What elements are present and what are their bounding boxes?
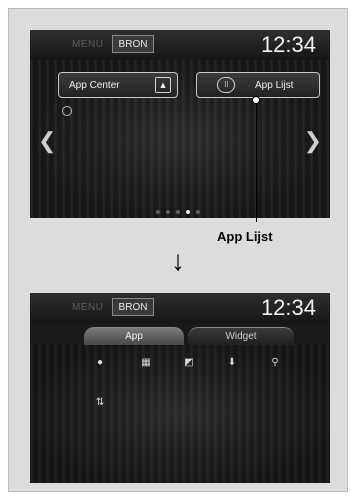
settings-shortcut-icon[interactable]: ⇅ <box>94 397 106 409</box>
app-grid: ● ▦ ◩ ⬇ ⚲ ⇅ <box>30 345 330 483</box>
callout-marker <box>252 96 260 104</box>
menu-label[interactable]: MENU <box>72 302 103 313</box>
chevron-right-icon[interactable]: ❯ <box>304 128 322 154</box>
down-arrow-icon: ↓ <box>171 245 185 276</box>
page-dot <box>166 210 170 214</box>
page-indicator <box>156 210 216 216</box>
page-dot-active <box>186 210 190 214</box>
image-icon[interactable]: ◩ <box>183 357 195 369</box>
menu-label[interactable]: MENU <box>72 39 103 50</box>
page-dot <box>176 210 180 214</box>
tab-bar: App Widget <box>30 323 330 346</box>
grid-icon[interactable]: ▦ <box>140 357 152 369</box>
grid-dots-icon: ⠿ <box>217 77 235 93</box>
clock: 12:34 <box>260 295 316 320</box>
app-list-screen: MENU BRON 12:34 App Widget ● ▦ ◩ ⬇ ⚲ ⇅ <box>30 293 330 483</box>
app-center-icon: ▲ <box>155 77 171 93</box>
tab-widget[interactable]: Widget <box>188 327 294 346</box>
download-icon[interactable]: ⬇ <box>226 357 238 369</box>
app-center-label: App Center <box>69 80 120 91</box>
app-center-button[interactable]: App Center ▲ <box>58 72 178 98</box>
gauge-icon[interactable] <box>62 106 72 116</box>
page-dot <box>156 210 160 214</box>
status-bar: MENU BRON 12:34 <box>30 293 330 323</box>
bron-button[interactable]: BRON <box>112 298 154 316</box>
bron-button[interactable]: BRON <box>112 35 154 53</box>
app-lijst-button[interactable]: ⠿ App Lijst <box>196 72 320 98</box>
chevron-left-icon[interactable]: ❮ <box>38 128 56 154</box>
clock: 12:34 <box>260 32 316 57</box>
page-dot <box>196 210 200 214</box>
callout-line <box>256 102 257 222</box>
status-bar: MENU BRON 12:34 <box>30 30 330 60</box>
callout-label: App Lijst <box>217 229 273 244</box>
globe-icon[interactable]: ● <box>94 357 106 369</box>
tab-app[interactable]: App <box>84 327 184 346</box>
app-center-screen: MENU BRON 12:34 App Center ▲ ⠿ App Lijst… <box>30 30 330 218</box>
app-lijst-label: App Lijst <box>255 80 294 91</box>
search-icon[interactable]: ⚲ <box>269 357 281 369</box>
